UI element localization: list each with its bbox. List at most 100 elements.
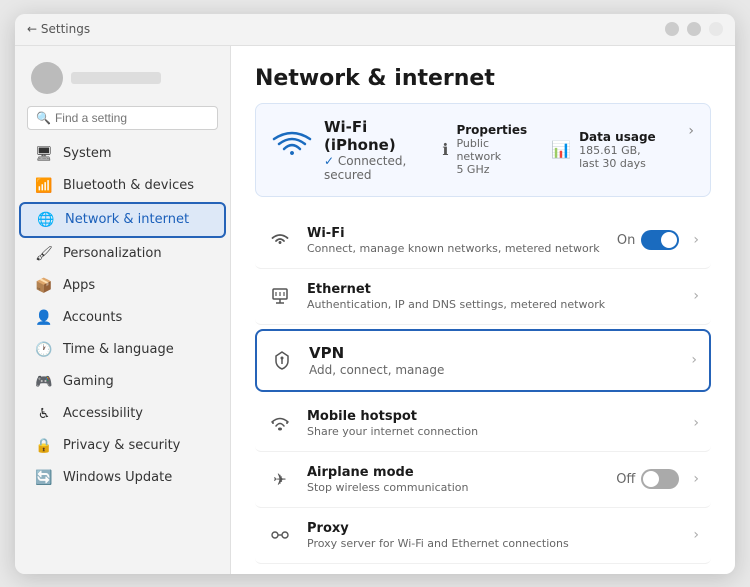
privacy-icon: 🔒 — [35, 437, 53, 455]
hotspot-title: Mobile hotspot — [307, 409, 679, 424]
airplane-toggle-label: Off — [616, 472, 635, 487]
data-usage-label: Data usage — [579, 130, 656, 144]
sidebar-item-label: Windows Update — [63, 470, 172, 485]
wifi-toggle-label: On — [617, 233, 635, 248]
setting-row-ethernet[interactable]: Ethernet Authentication, IP and DNS sett… — [255, 269, 711, 325]
settings-list: Wi-Fi Connect, manage known networks, me… — [231, 213, 735, 574]
search-icon: 🔍 — [36, 111, 51, 125]
wifi-chevron-icon: › — [693, 232, 699, 248]
proxy-icon — [267, 522, 293, 548]
personalization-icon: 🖌 — [35, 245, 53, 263]
titlebar: ← Settings — □ ✕ — [15, 14, 735, 46]
airplane-chevron-icon: › — [693, 471, 699, 487]
sidebar-item-personalization[interactable]: 🖌 Personalization — [19, 238, 226, 270]
maximize-button[interactable]: □ — [687, 22, 701, 36]
ethernet-icon — [267, 283, 293, 309]
wifi-check-icon: ✓ — [324, 154, 338, 168]
vpn-desc: Add, connect, manage — [309, 363, 677, 377]
airplane-desc: Stop wireless communication — [307, 481, 602, 494]
update-icon: 🔄 — [35, 469, 53, 487]
wifi-control: On — [617, 230, 679, 250]
sidebar-item-update[interactable]: 🔄 Windows Update — [19, 462, 226, 494]
wifi-setting-text: Wi-Fi Connect, manage known networks, me… — [307, 226, 603, 255]
data-usage-block: 📊 Data usage 185.61 GB, last 30 days — [551, 123, 656, 176]
airplane-mode-icon: ✈ — [267, 466, 293, 492]
setting-row-vpn[interactable]: VPN Add, connect, manage › — [255, 329, 711, 392]
proxy-title: Proxy — [307, 521, 679, 536]
sidebar-item-label: Personalization — [63, 246, 162, 261]
page-title: Network & internet — [231, 46, 735, 103]
data-usage-sub: 185.61 GB, last 30 days — [579, 144, 656, 170]
gaming-icon: 🎮 — [35, 373, 53, 391]
wifi-setting-icon — [267, 227, 293, 253]
content-area: 🔍 🖥 System 📶 Bluetooth & devices 🌐 Netwo… — [15, 46, 735, 574]
search-box[interactable]: 🔍 — [27, 106, 218, 130]
sidebar-item-accounts[interactable]: 👤 Accounts — [19, 302, 226, 334]
properties-sub2: 5 GHz — [456, 163, 527, 176]
properties-block: ℹ Properties Public network 5 GHz — [442, 123, 527, 176]
airplane-toggle[interactable] — [641, 469, 679, 489]
back-button[interactable]: ← Settings — [27, 22, 90, 36]
ethernet-chevron-icon: › — [693, 288, 699, 304]
time-icon: 🕐 — [35, 341, 53, 359]
avatar — [31, 62, 63, 94]
close-button[interactable]: ✕ — [709, 22, 723, 36]
sidebar-item-apps[interactable]: 📦 Apps — [19, 270, 226, 302]
sidebar-item-label: System — [63, 146, 111, 161]
sidebar-item-label: Gaming — [63, 374, 114, 389]
setting-row-wifi[interactable]: Wi-Fi Connect, manage known networks, me… — [255, 213, 711, 269]
profile-section — [15, 54, 230, 106]
setting-row-proxy[interactable]: Proxy Proxy server for Wi-Fi and Etherne… — [255, 508, 711, 564]
vpn-chevron-icon: › — [691, 352, 697, 368]
sidebar-item-label: Bluetooth & devices — [63, 178, 194, 193]
sidebar-item-label: Network & internet — [65, 212, 189, 227]
hotspot-desc: Share your internet connection — [307, 425, 679, 438]
ethernet-setting-text: Ethernet Authentication, IP and DNS sett… — [307, 282, 679, 311]
profile-name — [71, 72, 161, 84]
search-input[interactable] — [55, 111, 209, 125]
data-usage-icon: 📊 — [551, 140, 571, 159]
apps-icon: 📦 — [35, 277, 53, 295]
wifi-icon — [272, 131, 312, 169]
wifi-info: Wi-Fi (iPhone) ✓ Connected, secured — [324, 118, 430, 182]
ethernet-desc: Authentication, IP and DNS settings, met… — [307, 298, 679, 311]
hotspot-chevron-icon: › — [693, 415, 699, 431]
properties-label: Properties — [456, 123, 527, 137]
sidebar-item-label: Accounts — [63, 310, 122, 325]
sidebar-item-time[interactable]: 🕐 Time & language — [19, 334, 226, 366]
vpn-icon — [269, 347, 295, 373]
sidebar-item-accessibility[interactable]: ♿ Accessibility — [19, 398, 226, 430]
airplane-setting-text: Airplane mode Stop wireless communicatio… — [307, 465, 602, 494]
sidebar-item-privacy[interactable]: 🔒 Privacy & security — [19, 430, 226, 462]
sidebar-item-label: Accessibility — [63, 406, 143, 421]
system-icon: 🖥 — [35, 145, 53, 163]
network-icon: 🌐 — [37, 211, 55, 229]
setting-row-hotspot[interactable]: Mobile hotspot Share your internet conne… — [255, 396, 711, 452]
titlebar-left: ← Settings — [27, 22, 90, 36]
proxy-setting-text: Proxy Proxy server for Wi-Fi and Etherne… — [307, 521, 679, 550]
main-content: Network & internet Wi-Fi (iPhone) ✓ Co — [231, 46, 735, 574]
minimize-button[interactable]: — — [665, 22, 679, 36]
vpn-title: VPN — [309, 344, 677, 362]
sidebar-item-label: Time & language — [63, 342, 174, 357]
titlebar-controls: — □ ✕ — [665, 22, 723, 36]
settings-window: ← Settings — □ ✕ 🔍 🖥 System 📶 — [15, 14, 735, 574]
sidebar: 🔍 🖥 System 📶 Bluetooth & devices 🌐 Netwo… — [15, 46, 231, 574]
ethernet-title: Ethernet — [307, 282, 679, 297]
banner-chevron-icon: › — [688, 123, 694, 176]
proxy-chevron-icon: › — [693, 527, 699, 543]
bluetooth-icon: 📶 — [35, 177, 53, 195]
sidebar-item-gaming[interactable]: 🎮 Gaming — [19, 366, 226, 398]
sidebar-item-system[interactable]: 🖥 System — [19, 138, 226, 170]
setting-row-airplane[interactable]: ✈ Airplane mode Stop wireless communicat… — [255, 452, 711, 508]
properties-icon: ℹ — [442, 140, 448, 159]
wifi-setting-desc: Connect, manage known networks, metered … — [307, 242, 603, 255]
wifi-banner[interactable]: Wi-Fi (iPhone) ✓ Connected, secured ℹ Pr… — [255, 103, 711, 197]
accounts-icon: 👤 — [35, 309, 53, 327]
setting-row-dialup[interactable]: Dial-up Set up a dial-up internet connec… — [255, 564, 711, 574]
airplane-control: Off — [616, 469, 679, 489]
accessibility-icon: ♿ — [35, 405, 53, 423]
sidebar-item-bluetooth[interactable]: 📶 Bluetooth & devices — [19, 170, 226, 202]
wifi-toggle[interactable] — [641, 230, 679, 250]
sidebar-item-network[interactable]: 🌐 Network & internet — [19, 202, 226, 238]
